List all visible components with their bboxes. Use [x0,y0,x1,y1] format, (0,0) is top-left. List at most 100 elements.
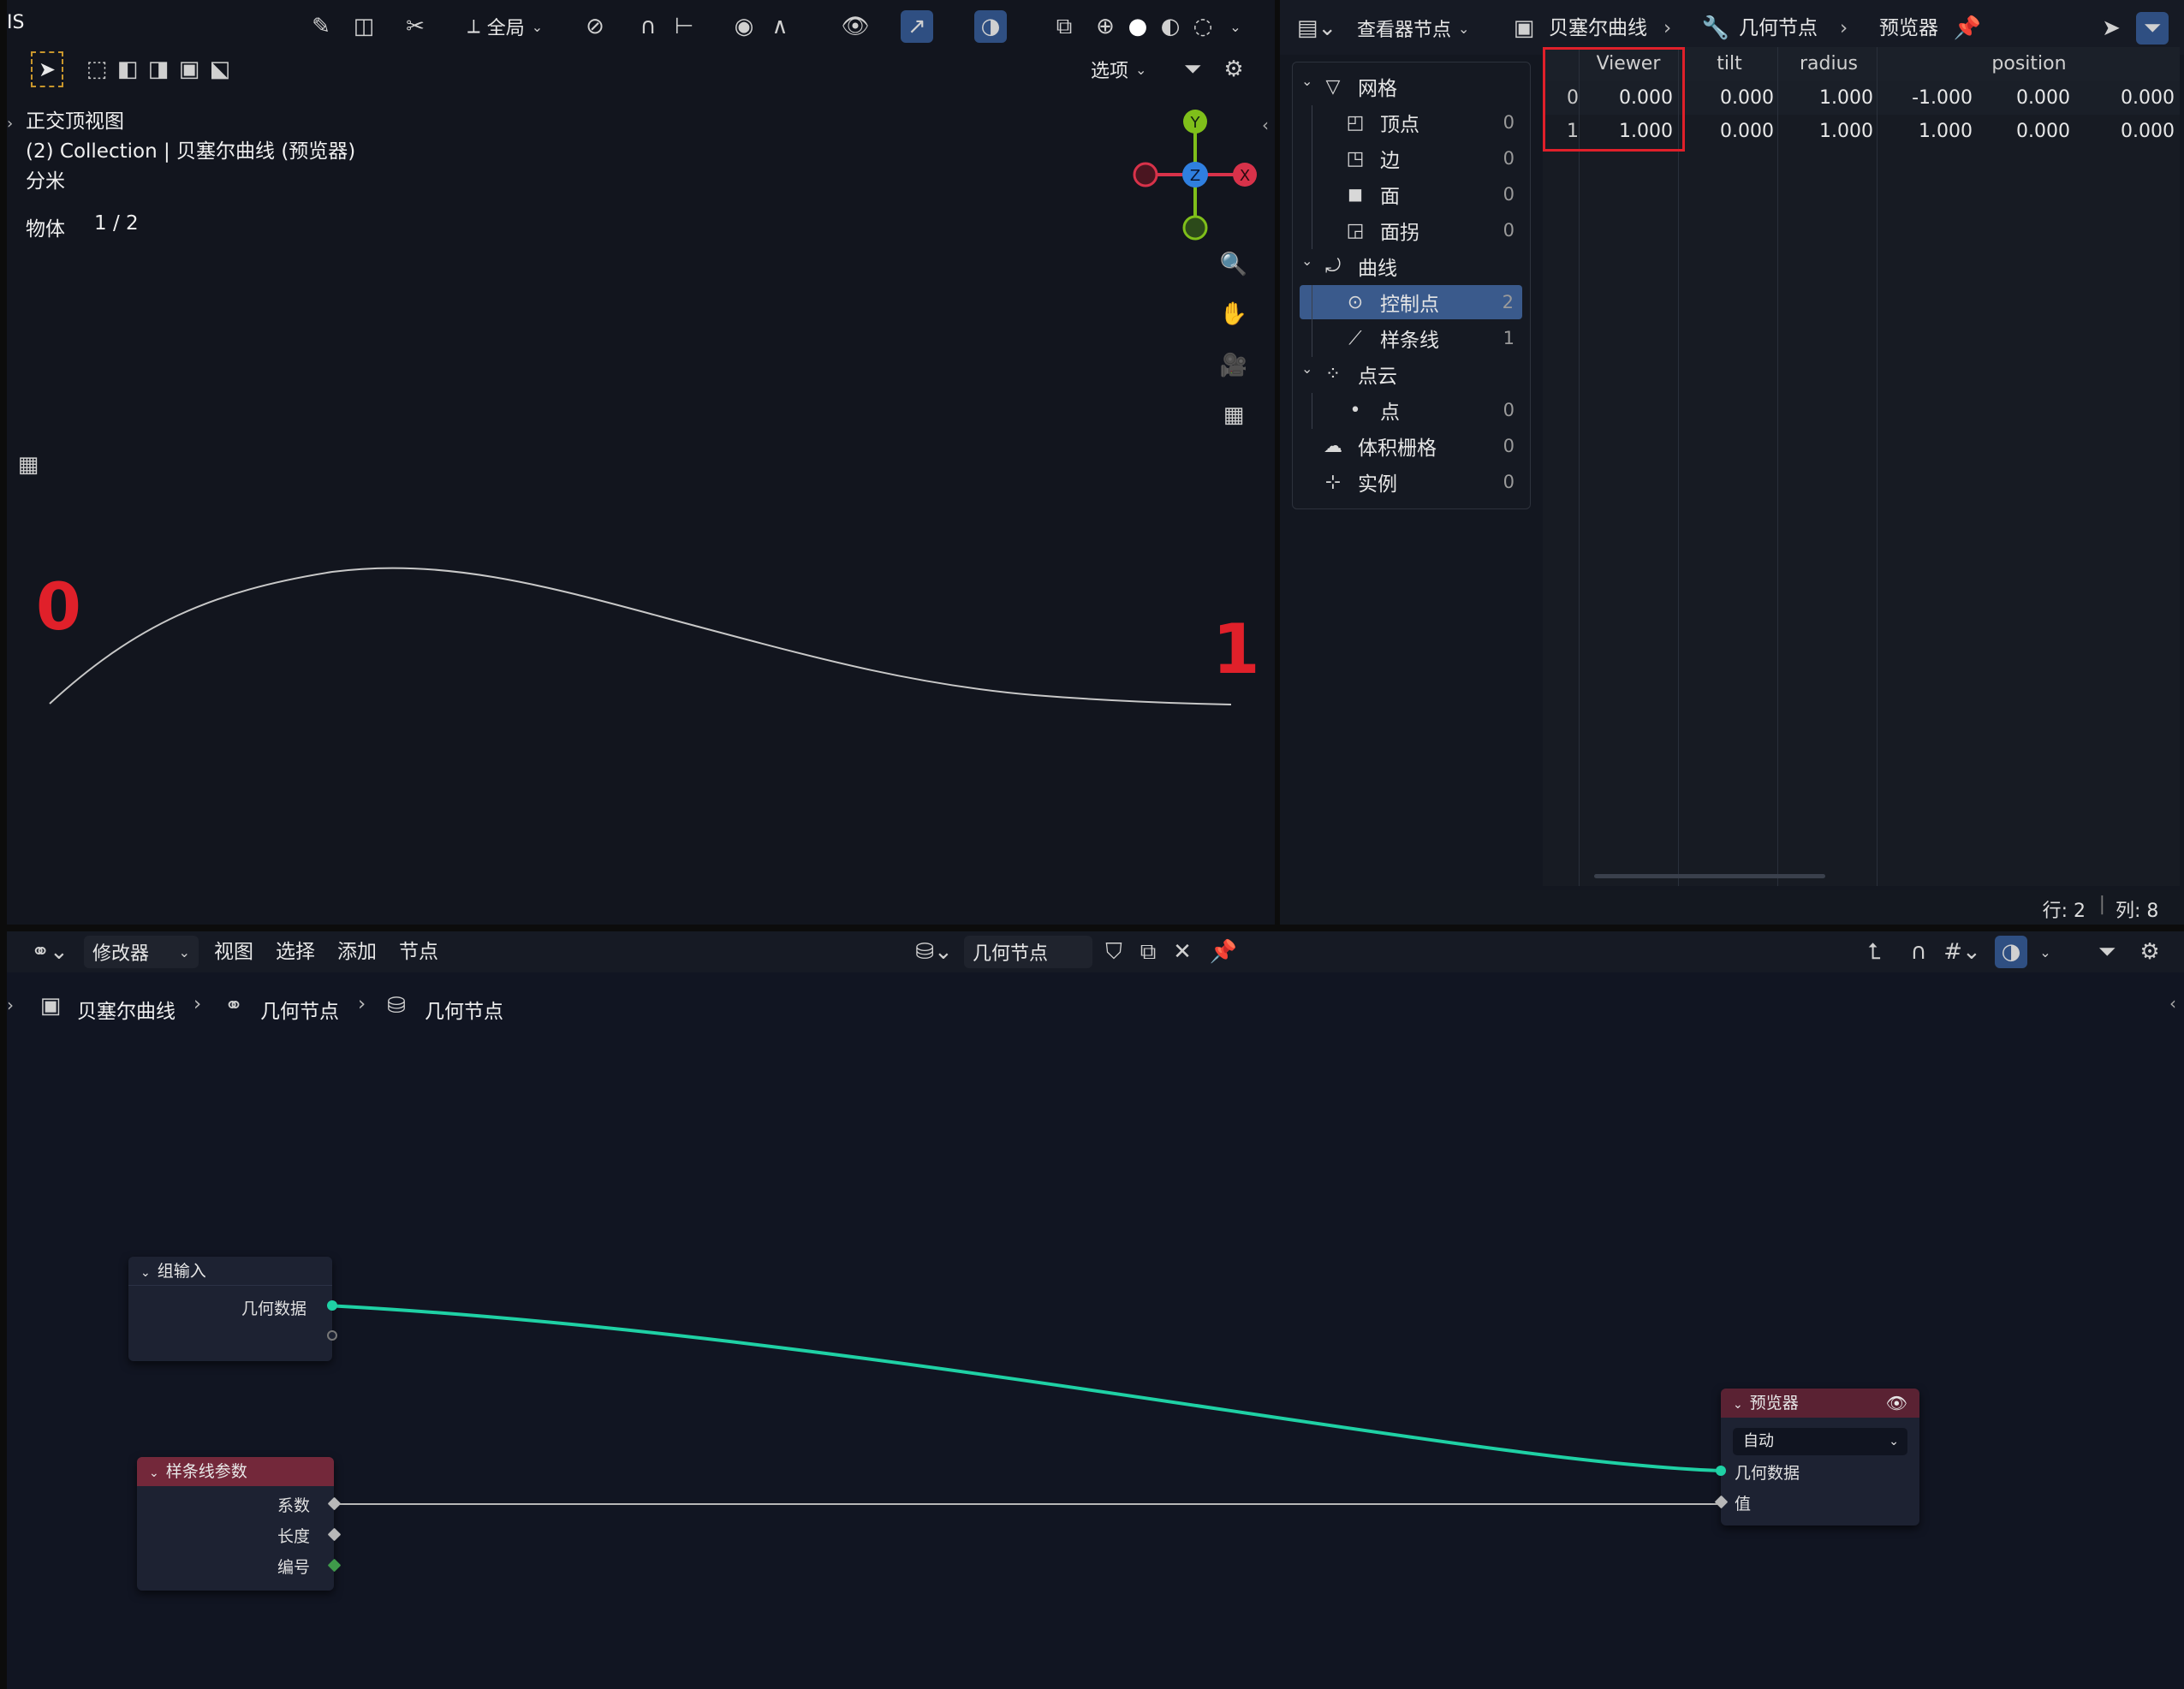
viewer-column-highlight [1543,47,1685,152]
viewer-dropdown-label: 查看器节点 [1357,20,1452,41]
breadcrumb-separator-icon: › [1840,17,1848,39]
control-point-icon: ⊙ [1347,291,1364,313]
footer-separator: | [2098,894,2105,915]
node-title: 样条线参数 [165,1462,247,1481]
node-viewer[interactable]: ⌄ 预览器 👁 自动 ⌄ 几何数据 值 [1714,1389,1919,1525]
mesh-icon: ▽ [1325,75,1341,98]
cell-position-z: 0.000 [2121,87,2175,109]
table-body-bg [1543,81,2180,886]
3d-viewport[interactable]: IS ✎ ◫ ✂ ⟂ 全局 ⌄ ⊘ ∩ ⊢ ◉ ∧ 👁 ↗ ◑ ⧉ ⊕ ● ◐ … [7,0,1275,925]
column-header-radius[interactable]: radius [1779,47,1878,81]
horizontal-scrollbar[interactable] [1594,874,1825,878]
dataset-tree-item[interactable]: ☁ 体积栅格 0 [1293,429,1530,463]
viewer-dropdown[interactable]: 查看器节点 ⌄ [1348,12,1508,45]
expand-chevron-icon[interactable]: ⌄ [1301,360,1312,377]
spline-icon: ⟋ [1348,327,1362,349]
vertex-icon: ◰ [1346,111,1365,134]
bezier-curve [49,567,1232,705]
collapse-chevron-icon[interactable]: ⌄ [140,1266,151,1280]
dataset-tree-item[interactable]: ⊹ 实例 0 [1293,465,1530,499]
socket-label-index: 编号 [277,1558,310,1577]
node-header[interactable]: ⌄ 组输入 [128,1257,332,1286]
node-group-input[interactable]: ⌄ 组输入 几何数据 [128,1257,337,1361]
dataset-tree-label: 面拐 [1380,222,1419,244]
node-spline-parameter[interactable]: ⌄ 样条线参数 系数 长度 编号 [137,1457,342,1591]
selected-only-icon[interactable]: ➤ [2095,12,2127,45]
column-divider [1678,47,1679,886]
column-divider [1777,47,1778,886]
geometry-output-socket[interactable] [327,1300,337,1311]
dataset-tree-item[interactable]: ◰ 顶点 0 [1293,105,1530,141]
node-title: 组输入 [157,1262,206,1281]
socket-label-factor: 系数 [277,1496,310,1515]
dataset-tree-label: 面 [1380,186,1400,208]
cell-position-y: 0.000 [2016,121,2070,142]
socket-label-length: 长度 [277,1527,310,1546]
dataset-tree-item[interactable]: ⟋ 样条线 1 [1293,321,1530,357]
dataset-tree-label: 控制点 [1380,294,1439,316]
dataset-tree-count: 2 [1502,292,1514,312]
eye-icon[interactable]: 👁 [1886,1389,1907,1418]
face-icon: ◼ [1347,183,1364,205]
geometry-input-socket[interactable] [1716,1466,1726,1476]
dataset-tree-label: 实例 [1358,473,1397,496]
curve-icon: ⤾ [1324,255,1342,277]
dataset-tree-count: 0 [1503,436,1515,456]
dataset-tree-item[interactable]: ◼ 面 0 [1293,177,1530,213]
geometry-link[interactable] [325,1304,1721,1472]
curve-end-marker: 1 [1212,610,1260,689]
dataset-tree-count: 0 [1503,220,1515,241]
editor-type-spreadsheet-icon[interactable]: ▤⌄ [1292,12,1342,45]
empty-output-socket[interactable] [327,1330,337,1341]
cell-position-x: -1.000 [1912,87,1973,109]
cell-tilt: 0.000 [1720,121,1774,142]
dataset-tree-item[interactable]: ◲ 面拐 0 [1293,213,1530,249]
socket-label-geometry: 几何数据 [1735,1464,1800,1483]
volume-icon: ☁ [1324,435,1342,457]
node-header[interactable]: ⌄ 样条线参数 [137,1457,334,1486]
breadcrumb-modifier[interactable]: 几何节点 [1739,12,1818,45]
column-header-tilt[interactable]: tilt [1680,47,1779,81]
chevron-down-icon: ⌄ [1889,1435,1899,1448]
domain-value: 自动 [1743,1432,1774,1450]
curve-start-marker: 0 [36,568,81,645]
node-title: 预览器 [1749,1394,1799,1412]
cell-tilt: 0.000 [1720,87,1774,109]
dataset-tree-item[interactable]: ◳ 边 0 [1293,141,1530,177]
dataset-tree-count: 0 [1503,148,1515,169]
dataset-tree-label: 网格 [1358,78,1397,100]
dataset-tree-label: 曲线 [1358,258,1397,280]
column-count: 列: 8 [2116,901,2159,922]
collapse-chevron-icon[interactable]: ⌄ [1733,1398,1743,1412]
expand-chevron-icon[interactable]: ⌄ [1301,253,1312,269]
dataset-tree-count: 0 [1503,112,1515,133]
dataset-tree-label: 顶点 [1380,114,1419,136]
breadcrumb-object[interactable]: 贝塞尔曲线 [1549,12,1647,45]
socket-label-value: 值 [1735,1495,1752,1514]
point-cloud-icon: ⁘ [1324,363,1342,385]
socket-label-geometry: 几何数据 [241,1299,306,1318]
face-corner-icon: ◲ [1346,219,1365,241]
collapse-chevron-icon[interactable]: ⌄ [149,1466,159,1480]
expand-chevron-icon[interactable]: ⌄ [1301,73,1312,89]
dataset-tree-label: 边 [1380,150,1400,172]
dataset-tree-count: 0 [1503,184,1515,205]
domain-dropdown[interactable]: 自动 ⌄ [1733,1428,1907,1455]
point-icon: • [1349,399,1361,421]
breadcrumb-viewer[interactable]: 预览器 [1879,12,1938,45]
dataset-tree-item[interactable]: ⌄ ⤾ 曲线 [1293,249,1530,283]
cell-position-x: 1.000 [1919,121,1973,142]
dataset-tree-item[interactable]: • 点 0 [1293,393,1530,429]
node-editor[interactable]: ⚭⌄ 修改器 ⌄ 视图 选择 添加 节点 ⛁⌄ 几何节点 ⛉ ⧉ ✕ 📌 ⮤ ∩… [7,931,2184,1689]
dataset-tree-label: 点云 [1358,366,1397,388]
column-header-position[interactable]: position [1878,47,2180,81]
dataset-tree-item[interactable]: ⌄ ▽ 网格 [1293,69,1530,104]
filter-icon[interactable]: ⏷ [2136,12,2169,45]
chevron-down-icon: ⌄ [1458,20,1470,37]
pin-icon[interactable]: 📌 [1951,12,1984,45]
breadcrumb-separator-icon: › [1663,17,1672,39]
node-header[interactable]: ⌄ 预览器 👁 [1721,1389,1919,1418]
dataset-tree-item[interactable]: ⊙ 控制点 2 [1300,285,1522,321]
dataset-tree-item[interactable]: ⌄ ⁘ 点云 [1293,357,1530,391]
instance-icon: ⊹ [1324,471,1342,493]
